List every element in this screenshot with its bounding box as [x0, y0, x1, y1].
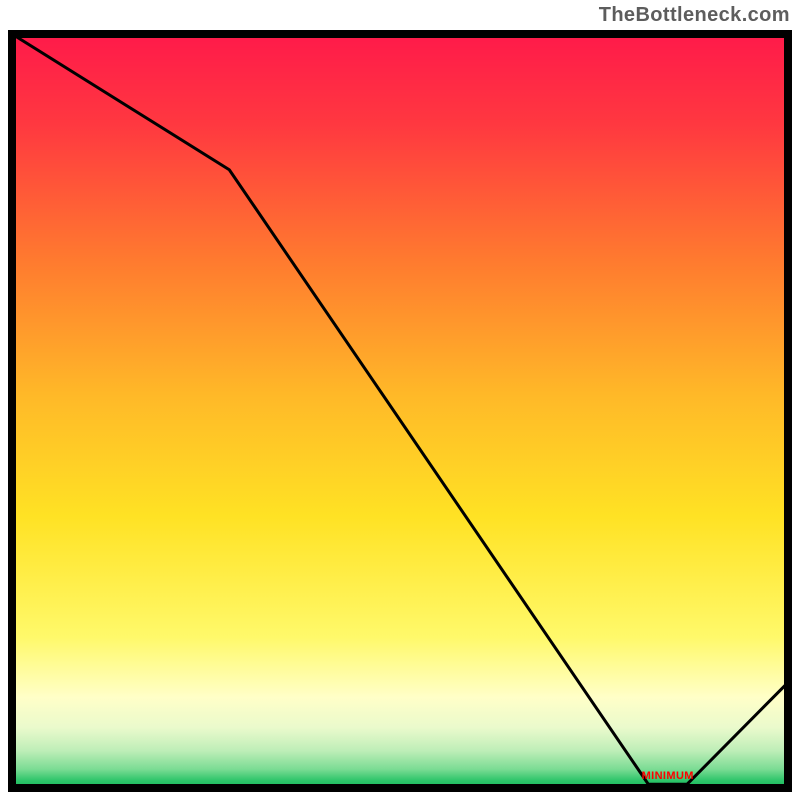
gradient-background — [12, 34, 788, 788]
bottleneck-chart: MINIMUM — [8, 30, 792, 792]
minimum-label: MINIMUM — [642, 770, 694, 782]
chart-stage: TheBottleneck.com — [0, 0, 800, 800]
attribution-text: TheBottleneck.com — [599, 4, 790, 27]
chart-svg — [8, 30, 792, 792]
